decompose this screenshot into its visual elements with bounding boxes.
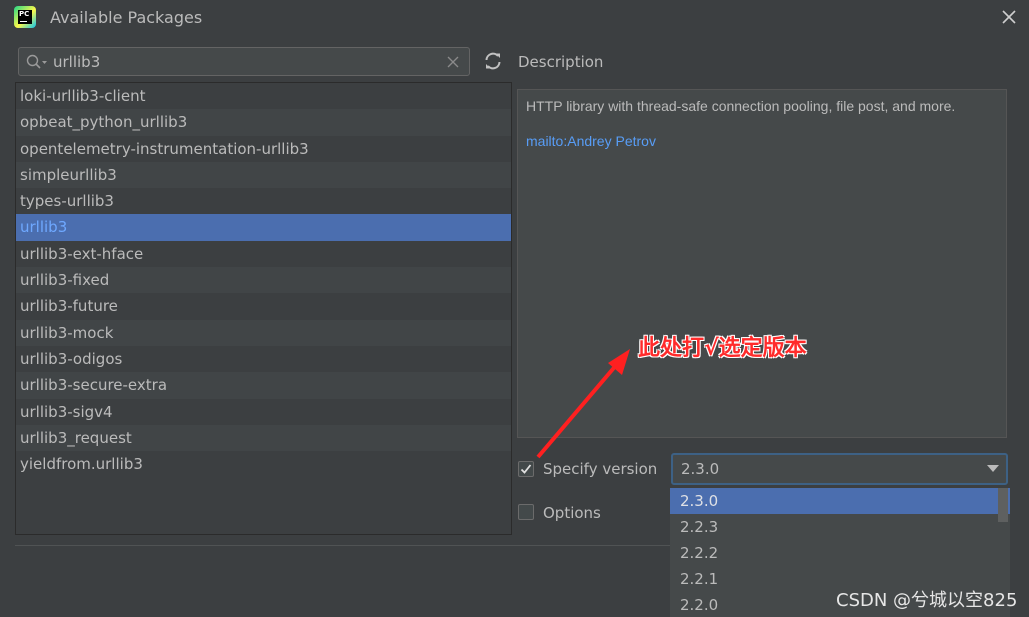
version-option[interactable]: 2.2.2 <box>670 540 1010 566</box>
window-title: Available Packages <box>50 8 203 27</box>
package-list-item[interactable]: opentelemetry-instrumentation-urllib3 <box>16 136 511 162</box>
search-icon[interactable] <box>26 54 48 70</box>
chevron-down-icon[interactable] <box>987 465 999 473</box>
annotation-arrow-icon <box>536 349 630 459</box>
description-label: Description <box>518 53 604 71</box>
options-checkbox[interactable] <box>518 504 534 520</box>
package-list-item[interactable]: opbeat_python_urllib3 <box>16 109 511 136</box>
refresh-icon[interactable] <box>483 51 503 71</box>
package-list-item[interactable]: types-urllib3 <box>16 188 511 214</box>
package-list-item[interactable]: urllib3-ext-hface <box>16 241 511 267</box>
package-list-item[interactable]: urllib3_request <box>16 424 511 452</box>
annotation-text: 此处打√选定版本 <box>638 336 807 361</box>
title-bar: PC Available Packages <box>0 0 1029 34</box>
options-label[interactable]: Options <box>543 504 601 522</box>
description-text: HTTP library with thread-safe connection… <box>526 98 956 114</box>
package-list-item[interactable]: urllib3-fixed <box>16 267 511 294</box>
package-list-item[interactable]: urllib3-future <box>16 293 511 319</box>
package-list-item[interactable]: urllib3-secure-extra <box>16 372 511 399</box>
author-link[interactable]: mailto:Andrey Petrov <box>526 133 656 149</box>
version-select-value: 2.3.0 <box>681 460 720 478</box>
package-list-item[interactable]: urllib3 <box>16 214 511 241</box>
package-list-item[interactable]: simpleurllib3 <box>16 161 511 189</box>
version-option[interactable]: 2.2.3 <box>670 514 1010 540</box>
search-field[interactable] <box>18 47 470 76</box>
close-button[interactable] <box>996 4 1022 30</box>
package-list-item[interactable]: urllib3-sigv4 <box>16 399 511 425</box>
version-option[interactable]: 2.3.0 <box>670 488 1010 514</box>
pycharm-icon: PC <box>14 6 36 28</box>
separator <box>15 545 670 546</box>
package-list-item[interactable]: loki-urllib3-client <box>16 83 511 109</box>
search-input[interactable] <box>53 52 433 72</box>
version-select[interactable]: 2.3.0 <box>671 453 1008 485</box>
package-list-item[interactable]: urllib3-mock <box>16 319 511 346</box>
watermark: CSDN @兮城以空825 <box>836 590 1018 611</box>
package-list-item[interactable]: urllib3-odigos <box>16 346 511 372</box>
package-list[interactable]: loki-urllib3-client opbeat_python_urllib3… <box>15 82 512 535</box>
close-icon <box>1002 10 1016 24</box>
clear-icon[interactable] <box>447 56 459 68</box>
package-list-item[interactable]: yieldfrom.urllib3 <box>16 451 511 477</box>
dropdown-scrollbar[interactable] <box>998 488 1008 522</box>
